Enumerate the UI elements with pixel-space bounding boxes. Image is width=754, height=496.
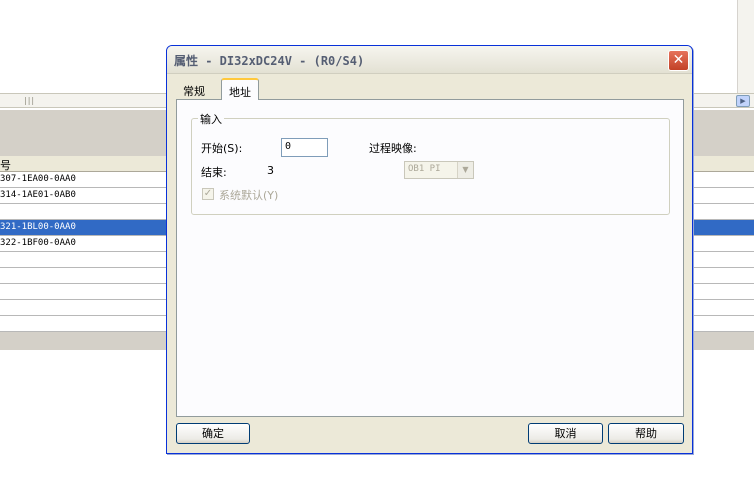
process-image-value: OB1 PI bbox=[408, 164, 441, 174]
chevron-down-icon[interactable]: ▼ bbox=[457, 162, 473, 178]
end-label: 结束: bbox=[201, 166, 227, 179]
address-tab-panel: 输入 开始(S): 0 结束: 3 过程映像: OB1 PI ▼ ✓ 系统默认(… bbox=[176, 99, 684, 417]
end-address-value: 3 bbox=[267, 164, 274, 177]
scroll-right-icon[interactable]: ▶ bbox=[736, 95, 750, 107]
start-address-input[interactable]: 0 bbox=[281, 138, 328, 157]
process-image-label: 过程映像: bbox=[369, 142, 417, 155]
process-image-select[interactable]: OB1 PI ▼ bbox=[404, 161, 474, 179]
order-number-cell: 322-1BF00-0AA0 bbox=[0, 238, 76, 248]
ok-button[interactable]: 确定 bbox=[176, 423, 250, 444]
start-label: 开始(S): bbox=[201, 142, 243, 155]
order-number-cell: 314-1AE01-0AB0 bbox=[0, 190, 76, 200]
order-number-cell: 321-1BL00-0AA0 bbox=[0, 222, 76, 232]
dialog-titlebar[interactable]: 属性 - DI32xDC24V - (R0/S4) ✕ bbox=[167, 46, 692, 74]
background-vertical-scrollbar[interactable] bbox=[737, 0, 754, 93]
tab-general[interactable]: 常规 bbox=[176, 79, 212, 100]
input-group-label: 输入 bbox=[198, 111, 224, 127]
system-default-checkbox[interactable]: ✓ bbox=[202, 188, 214, 200]
order-number-cell: 307-1EA00-0AA0 bbox=[0, 174, 76, 184]
input-group: 输入 开始(S): 0 结束: 3 过程映像: OB1 PI ▼ ✓ 系统默认(… bbox=[191, 111, 670, 215]
system-default-label: 系统默认(Y) bbox=[219, 189, 279, 202]
column-header-order-number: 号 bbox=[0, 159, 11, 172]
tab-address[interactable]: 地址 bbox=[221, 78, 259, 100]
scroll-grip[interactable]: ||| bbox=[24, 96, 35, 105]
close-icon[interactable]: ✕ bbox=[668, 50, 689, 71]
dialog-title: 属性 - DI32xDC24V - (R0/S4) bbox=[174, 54, 365, 68]
cancel-button[interactable]: 取消 bbox=[528, 423, 603, 444]
help-button[interactable]: 帮助 bbox=[608, 423, 684, 444]
properties-dialog: 属性 - DI32xDC24V - (R0/S4) ✕ 常规 地址 输入 开始(… bbox=[166, 45, 693, 454]
